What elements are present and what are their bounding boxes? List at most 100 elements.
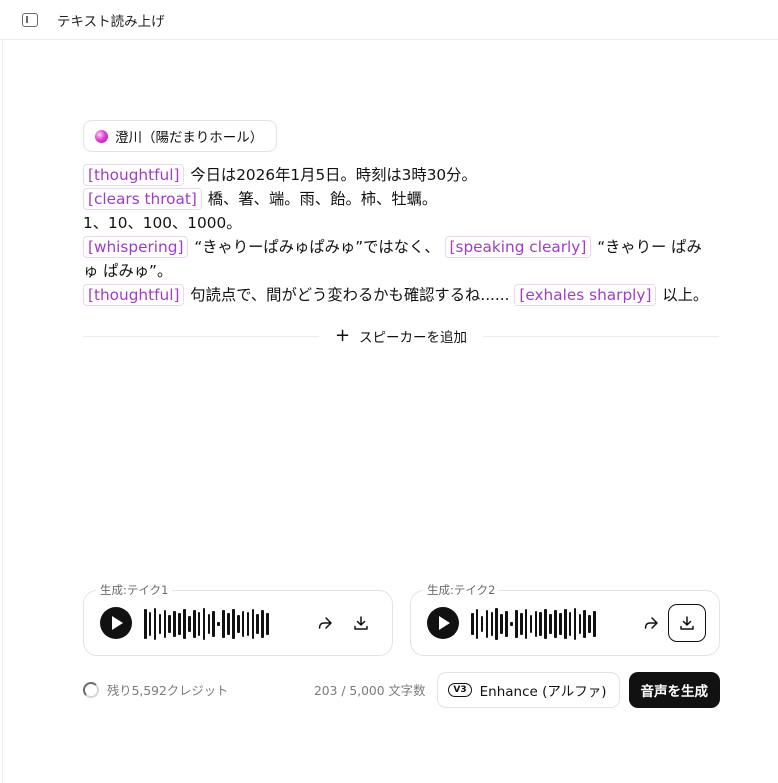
waveform-bar <box>241 611 245 637</box>
take-label: 生成:テイク2 <box>423 582 500 598</box>
waveform-bar <box>510 622 513 626</box>
waveform-bar <box>554 610 557 638</box>
footer-bar: 残り5,592クレジット 203 / 5,000 文字数 V3 Enhance … <box>83 672 720 708</box>
plus-icon: + <box>334 325 351 346</box>
waveform-bar <box>480 616 484 632</box>
speaker-name: 澄川（陽だまりホール） <box>115 130 264 146</box>
waveform[interactable] <box>144 608 269 640</box>
waveform-bar <box>490 612 494 636</box>
share-button[interactable] <box>636 608 666 638</box>
waveform-bar <box>534 611 538 637</box>
take-card: 生成:テイク1 <box>83 582 393 656</box>
script-text: “きゃりー ぱみ <box>597 238 702 256</box>
waveform-bar <box>192 610 196 638</box>
script-text: 以上。 <box>662 286 709 304</box>
take-label: 生成:テイク1 <box>96 582 173 598</box>
add-speaker-label: スピーカーを追加 <box>359 330 468 346</box>
script-text: 1、10、100、1000。 <box>83 214 242 232</box>
share-icon <box>318 617 332 629</box>
download-icon <box>680 616 694 630</box>
waveform-bar <box>266 613 269 635</box>
script-text: 橋、箸、端。雨、飴。柿、牡蠣。 <box>207 190 438 208</box>
waveform-bar <box>222 610 225 638</box>
script-line: [thoughtful] 今日は2026年1月5日。時刻は3時30分。 <box>83 163 723 187</box>
credits-indicator: 残り5,592クレジット <box>83 681 228 699</box>
waveform-bar <box>144 609 147 639</box>
script-line: [whispering] “きゃりーぱみゅぱみゅ”ではなく、 [speaking… <box>83 235 723 259</box>
speaker-selector[interactable]: 澄川（陽だまりホール） <box>83 120 278 152</box>
enhance-button[interactable]: V3 Enhance (アルファ) <box>437 672 620 708</box>
generate-audio-button[interactable]: 音声を生成 <box>628 672 720 708</box>
waveform-bar <box>261 610 264 638</box>
audio-tag[interactable]: [thoughtful] <box>83 164 185 186</box>
waveform-bar <box>212 611 216 637</box>
waveform-bar <box>197 612 201 636</box>
enhance-label: Enhance (アルファ) <box>479 684 607 700</box>
voice-orb-icon <box>95 129 108 143</box>
script-text: ゅ ぱみゅ”。 <box>83 262 173 280</box>
waveform-bar <box>573 608 577 640</box>
audio-tag[interactable]: [speaking clearly] <box>444 236 592 258</box>
waveform-bar <box>583 610 587 638</box>
script-line: [thoughtful] 句読点で、間がどう変わるかも確認するね...... [… <box>83 283 723 307</box>
top-bar: テキスト読み上げ <box>0 0 778 40</box>
waveform-bar <box>471 613 474 635</box>
waveform-bar <box>505 611 508 637</box>
waveform-bar <box>173 611 176 637</box>
play-button[interactable] <box>100 607 132 639</box>
waveform-bar <box>485 610 489 638</box>
waveform-bar <box>524 609 528 639</box>
waveform-bar <box>593 611 596 637</box>
script-line: ゅ ぱみゅ”。 <box>83 259 723 283</box>
waveform-bar <box>232 609 235 639</box>
credits-text: 残り5,592クレジット <box>107 684 229 698</box>
waveform-bar <box>236 615 240 633</box>
waveform-bar <box>246 612 250 636</box>
download-button[interactable] <box>668 604 706 642</box>
script-text: 今日は2026年1月5日。時刻は3時30分。 <box>190 166 477 184</box>
audio-tag[interactable]: [whispering] <box>83 236 189 258</box>
share-button[interactable] <box>310 608 340 638</box>
script-editor[interactable]: [thoughtful] 今日は2026年1月5日。時刻は3時30分。 [cle… <box>83 163 723 307</box>
share-icon <box>644 617 658 629</box>
waveform-bar <box>168 615 172 633</box>
waveform-bar <box>588 615 591 633</box>
waveform-bar <box>475 609 479 639</box>
waveform-bar <box>549 614 552 634</box>
waveform-bar <box>183 609 186 639</box>
add-speaker-button[interactable]: + スピーカーを追加 <box>319 325 483 347</box>
credits-ring-icon <box>83 682 99 698</box>
download-button[interactable] <box>346 608 376 638</box>
audio-tag[interactable]: [clears throat] <box>83 188 202 210</box>
waveform-bar <box>519 613 523 635</box>
character-count: 203 / 5,000 文字数 <box>313 684 426 698</box>
waveform-bar <box>207 614 211 634</box>
divider <box>483 335 719 337</box>
take-card: 生成:テイク2 <box>410 582 720 656</box>
script-line: 1、10、100、1000。 <box>83 211 723 235</box>
waveform-bar <box>568 612 572 636</box>
divider <box>83 335 319 337</box>
audio-tag[interactable]: [thoughtful] <box>83 284 185 306</box>
script-line: [clears throat] 橋、箸、端。雨、飴。柿、牡蠣。 <box>83 187 723 211</box>
waveform-bar <box>217 622 220 626</box>
script-text: “きゃりーぱみゅぱみゅ”ではなく、 <box>194 238 440 256</box>
waveform-bar <box>559 613 562 635</box>
play-button[interactable] <box>427 607 459 639</box>
waveform-bar <box>563 609 567 639</box>
v3-badge: V3 <box>448 683 472 697</box>
waveform-bar <box>158 614 162 634</box>
waveform-bar <box>529 615 533 633</box>
waveform[interactable] <box>471 608 596 640</box>
sidebar-toggle-icon[interactable] <box>22 12 38 27</box>
audio-tag[interactable]: [exhales sharply] <box>514 284 657 306</box>
waveform-bar <box>515 610 518 638</box>
add-speaker-row: + スピーカーを追加 <box>83 326 719 346</box>
sidebar-divider <box>2 40 3 783</box>
download-icon <box>354 616 368 630</box>
page-title: テキスト読み上げ <box>57 13 165 30</box>
waveform-bar <box>500 614 503 634</box>
waveform-bar <box>148 612 152 636</box>
waveform-bar <box>202 608 206 640</box>
waveform-bar <box>178 613 181 635</box>
